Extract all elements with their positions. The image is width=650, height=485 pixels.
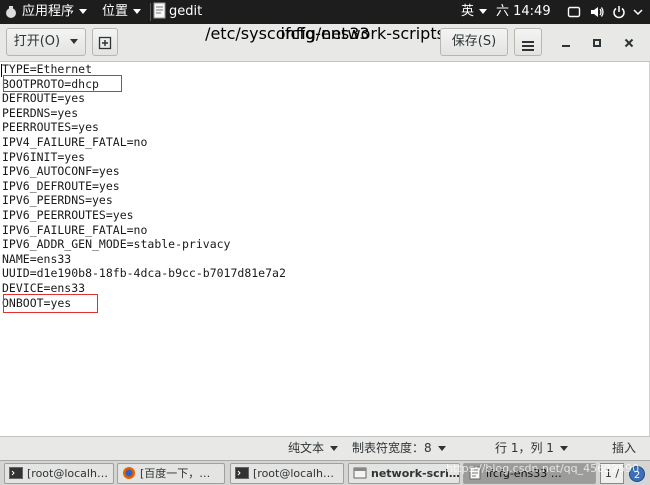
chevron-down-icon xyxy=(479,9,488,14)
hamburger-icon xyxy=(522,36,534,51)
file-manager-icon xyxy=(353,466,367,480)
header-bar: 打开(O) ifcfg-ens33 /etc/sysconfig/network… xyxy=(0,24,650,62)
gedit-icon xyxy=(153,2,167,19)
editor-line[interactable]: PEERDNS=yes xyxy=(2,106,78,121)
taskbar-item-terminal-2[interactable]: [root@localh… xyxy=(230,463,344,484)
editor-line[interactable]: IPV6_FAILURE_FATAL=no xyxy=(2,223,147,238)
power-icon[interactable] xyxy=(611,4,627,20)
app-name: gedit xyxy=(169,4,203,19)
editor-line[interactable]: DEFROUTE=yes xyxy=(2,91,85,106)
editor-line[interactable]: IPV4_FAILURE_FATAL=no xyxy=(2,135,147,150)
active-app-menu[interactable]: gedit xyxy=(153,0,202,24)
maximize-button[interactable] xyxy=(588,34,606,52)
open-button[interactable]: 打开(O) xyxy=(6,28,86,56)
status-bar: 纯文本 制表符宽度：8 行 1，列 1 插入 xyxy=(0,436,650,460)
language-label: 纯文本 xyxy=(288,441,325,455)
save-button[interactable]: 保存(S) xyxy=(440,28,508,56)
editor-line[interactable]: IPV6_AUTOCONF=yes xyxy=(2,164,120,179)
chevron-down-icon xyxy=(330,446,339,451)
cursor-position-selector[interactable]: 行 1，列 1 xyxy=(495,437,568,460)
insert-mode-label: 插入 xyxy=(612,441,637,455)
chevron-down-icon xyxy=(133,9,142,14)
chevron-down-icon[interactable] xyxy=(630,4,646,20)
volume-icon[interactable] xyxy=(589,4,605,20)
firefox-icon xyxy=(122,466,136,480)
chevron-down-icon xyxy=(70,39,79,44)
close-icon xyxy=(624,38,634,48)
tab-width-label: 制表符宽度：8 xyxy=(352,441,432,455)
taskbar-item-label: [root@localh… xyxy=(27,467,108,480)
taskbar-item-label: [root@localh… xyxy=(253,467,334,480)
document-path: /etc/sysconfig/network-scripts xyxy=(205,24,445,43)
terminal-icon xyxy=(235,466,249,480)
taskbar-item-terminal-1[interactable]: [root@localh… xyxy=(4,463,114,484)
screen-icon[interactable] xyxy=(566,4,582,20)
applications-icon xyxy=(4,4,18,18)
taskbar-item-label: [百度一下，… xyxy=(140,467,211,480)
hamburger-menu-button[interactable] xyxy=(514,28,542,56)
language-selector[interactable]: 纯文本 xyxy=(288,437,339,460)
chevron-down-icon xyxy=(437,446,446,451)
input-method-label: 英 xyxy=(461,4,475,19)
tab-width-selector[interactable]: 制表符宽度：8 xyxy=(352,437,446,460)
applications-menu[interactable]: 应用程序 xyxy=(4,0,88,24)
text-editor[interactable]: TYPE=Ethernet BOOTPROTO=dhcp DEFROUTE=ye… xyxy=(0,62,650,436)
minimize-icon xyxy=(562,45,570,47)
close-button[interactable] xyxy=(620,34,638,52)
highlight-box-bootproto xyxy=(3,75,122,92)
cursor-position-label: 行 1，列 1 xyxy=(495,441,554,455)
minimize-button[interactable] xyxy=(557,34,575,52)
places-menu[interactable]: 位置 xyxy=(102,0,142,24)
new-tab-button[interactable] xyxy=(92,28,118,56)
editor-line[interactable]: IPV6_DEFROUTE=yes xyxy=(2,179,120,194)
open-button-label: 打开(O) xyxy=(13,34,61,49)
terminal-icon xyxy=(9,466,23,480)
top-bar: 应用程序 位置 gedit 英 六 14:49 xyxy=(0,0,650,24)
editor-line[interactable]: IPV6_PEERROUTES=yes xyxy=(2,208,134,223)
clock[interactable]: 六 14:49 xyxy=(496,0,551,24)
input-method-indicator[interactable]: 英 xyxy=(461,0,488,24)
clock-label: 六 14:49 xyxy=(496,4,551,19)
taskbar-item-browser[interactable]: [百度一下，… xyxy=(117,463,225,484)
save-button-label: 保存(S) xyxy=(451,34,497,49)
editor-line[interactable]: UUID=d1e190b8-18fb-4dca-b9cc-b7017d81e7a… xyxy=(2,266,286,281)
editor-line[interactable]: IPV6_PEERDNS=yes xyxy=(2,193,113,208)
chevron-down-icon xyxy=(559,446,568,451)
places-label: 位置 xyxy=(102,4,129,19)
maximize-icon xyxy=(593,39,601,47)
highlight-box-onboot xyxy=(3,294,98,313)
chevron-down-icon xyxy=(79,9,88,14)
taskbar-item-file-manager[interactable]: network-scri… xyxy=(348,463,460,484)
editor-line[interactable]: PEERROUTES=yes xyxy=(2,120,99,135)
divider xyxy=(150,3,151,21)
text-cursor xyxy=(1,64,2,77)
editor-line[interactable]: IPV6_ADDR_GEN_MODE=stable-privacy xyxy=(2,237,230,252)
insert-mode-indicator: 插入 xyxy=(612,437,636,460)
watermark: https://blog.csdn.net/qq_45622590 xyxy=(446,462,640,475)
editor-line[interactable]: IPV6INIT=yes xyxy=(2,150,85,165)
new-tab-icon xyxy=(98,34,112,50)
applications-label: 应用程序 xyxy=(22,4,75,19)
editor-line[interactable]: NAME=ens33 xyxy=(2,252,71,267)
